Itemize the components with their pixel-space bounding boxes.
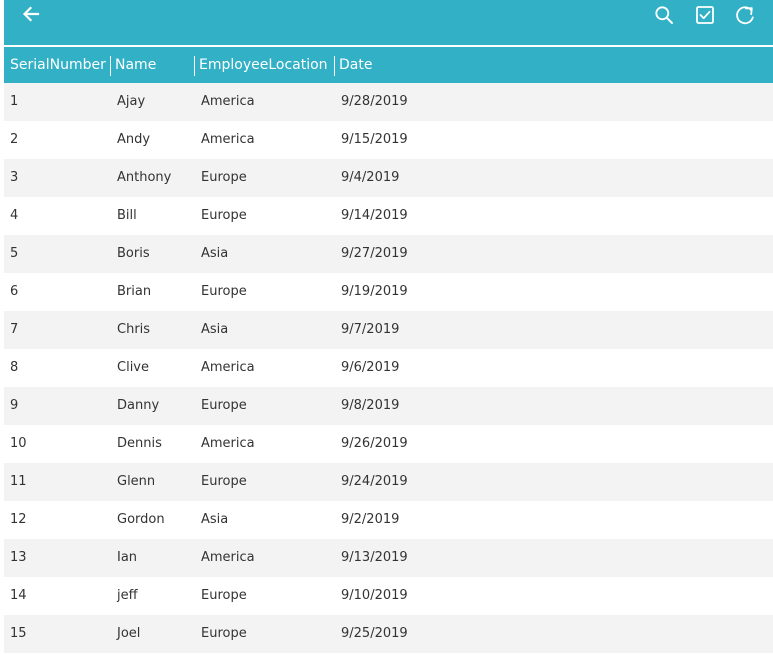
location-cell: Europe bbox=[201, 474, 247, 489]
date-cell: 9/8/2019 bbox=[341, 398, 400, 413]
name-cell: Clive bbox=[117, 360, 149, 375]
serial-cell: 8 bbox=[10, 360, 19, 375]
date-cell: 9/27/2019 bbox=[341, 246, 408, 261]
table-row[interactable]: 9 Danny Europe 9/8/2019 bbox=[4, 387, 773, 425]
location-cell: Europe bbox=[201, 398, 247, 413]
location-cell: Europe bbox=[201, 208, 247, 223]
serial-cell: 12 bbox=[10, 512, 27, 527]
location-cell: Asia bbox=[201, 512, 229, 527]
table-row[interactable]: 13 Ian America 9/13/2019 bbox=[4, 539, 773, 577]
name-cell: Chris bbox=[117, 322, 151, 337]
name-cell: Bill bbox=[117, 208, 137, 223]
location-cell: Europe bbox=[201, 588, 247, 603]
name-cell: Boris bbox=[117, 246, 150, 261]
column-divider[interactable] bbox=[334, 56, 335, 76]
table-row[interactable]: 3 Anthony Europe 9/4/2019 bbox=[4, 159, 773, 197]
name-cell: Joel bbox=[117, 626, 141, 641]
name-cell: Anthony bbox=[117, 170, 172, 185]
column-divider[interactable] bbox=[194, 56, 195, 76]
serial-cell: 5 bbox=[10, 246, 19, 261]
date-cell: 9/6/2019 bbox=[341, 360, 400, 375]
serial-cell: 6 bbox=[10, 284, 19, 299]
location-cell: America bbox=[201, 94, 255, 109]
serial-cell: 7 bbox=[10, 322, 19, 337]
location-cell: Europe bbox=[201, 626, 247, 641]
location-cell: America bbox=[201, 132, 255, 147]
column-header-serialnumber[interactable]: SerialNumber bbox=[10, 47, 106, 83]
table-row[interactable]: 8 Clive America 9/6/2019 bbox=[4, 349, 773, 387]
name-cell: Dennis bbox=[117, 436, 162, 451]
date-cell: 9/19/2019 bbox=[341, 284, 408, 299]
serial-cell: 4 bbox=[10, 208, 19, 223]
column-header-name[interactable]: Name bbox=[115, 47, 156, 83]
name-cell: Andy bbox=[117, 132, 151, 147]
location-cell: Europe bbox=[201, 284, 247, 299]
serial-cell: 13 bbox=[10, 550, 27, 565]
table-row[interactable]: 12 Gordon Asia 9/2/2019 bbox=[4, 501, 773, 539]
table-row[interactable]: 5 Boris Asia 9/27/2019 bbox=[4, 235, 773, 273]
name-cell: Brian bbox=[117, 284, 152, 299]
date-cell: 9/24/2019 bbox=[341, 474, 408, 489]
arrow-left-icon bbox=[22, 6, 40, 22]
data-grid: 1 Ajay America 9/28/2019 2 Andy America … bbox=[4, 83, 773, 653]
location-cell: America bbox=[201, 550, 255, 565]
location-cell: Europe bbox=[201, 170, 247, 185]
serial-cell: 11 bbox=[10, 474, 27, 489]
serial-cell: 1 bbox=[10, 94, 19, 109]
location-cell: America bbox=[201, 436, 255, 451]
table-row[interactable]: 14 jeff Europe 9/10/2019 bbox=[4, 577, 773, 615]
back-button[interactable] bbox=[17, 0, 45, 28]
table-row[interactable]: 7 Chris Asia 9/7/2019 bbox=[4, 311, 773, 349]
name-cell: Gordon bbox=[117, 512, 165, 527]
serial-cell: 9 bbox=[10, 398, 19, 413]
search-icon bbox=[655, 6, 673, 24]
name-cell: Danny bbox=[117, 398, 160, 413]
location-cell: America bbox=[201, 360, 255, 375]
table-row[interactable]: 1 Ajay America 9/28/2019 bbox=[4, 83, 773, 121]
refresh-button[interactable] bbox=[731, 1, 759, 29]
date-cell: 9/26/2019 bbox=[341, 436, 408, 451]
date-cell: 9/13/2019 bbox=[341, 550, 408, 565]
select-checkbox-button[interactable] bbox=[691, 1, 719, 29]
name-cell: jeff bbox=[117, 588, 138, 603]
serial-cell: 14 bbox=[10, 588, 27, 603]
name-cell: Glenn bbox=[117, 474, 156, 489]
column-header-date[interactable]: Date bbox=[339, 47, 372, 83]
location-cell: Asia bbox=[201, 322, 229, 337]
column-header-row: SerialNumber Name EmployeeLocation Date bbox=[4, 47, 773, 83]
table-row[interactable]: 6 Brian Europe 9/19/2019 bbox=[4, 273, 773, 311]
table-row[interactable]: 4 Bill Europe 9/14/2019 bbox=[4, 197, 773, 235]
table-row[interactable]: 10 Dennis America 9/26/2019 bbox=[4, 425, 773, 463]
date-cell: 9/28/2019 bbox=[341, 94, 408, 109]
name-cell: Ian bbox=[117, 550, 138, 565]
serial-cell: 2 bbox=[10, 132, 19, 147]
date-cell: 9/2/2019 bbox=[341, 512, 400, 527]
top-toolbar bbox=[4, 0, 773, 45]
table-row[interactable]: 15 Joel Europe 9/25/2019 bbox=[4, 615, 773, 653]
column-header-employeelocation[interactable]: EmployeeLocation bbox=[199, 47, 328, 83]
table-row[interactable]: 2 Andy America 9/15/2019 bbox=[4, 121, 773, 159]
column-divider[interactable] bbox=[110, 56, 111, 76]
refresh-icon bbox=[736, 6, 754, 25]
date-cell: 9/10/2019 bbox=[341, 588, 408, 603]
employee-grid-app: SerialNumber Name EmployeeLocation Date … bbox=[0, 0, 773, 654]
table-row[interactable]: 11 Glenn Europe 9/24/2019 bbox=[4, 463, 773, 501]
date-cell: 9/15/2019 bbox=[341, 132, 408, 147]
date-cell: 9/7/2019 bbox=[341, 322, 400, 337]
checkbox-checked-icon bbox=[696, 6, 714, 24]
location-cell: Asia bbox=[201, 246, 229, 261]
date-cell: 9/14/2019 bbox=[341, 208, 408, 223]
serial-cell: 15 bbox=[10, 626, 27, 641]
serial-cell: 3 bbox=[10, 170, 19, 185]
search-button[interactable] bbox=[650, 1, 678, 29]
date-cell: 9/25/2019 bbox=[341, 626, 408, 641]
serial-cell: 10 bbox=[10, 436, 27, 451]
name-cell: Ajay bbox=[117, 94, 146, 109]
date-cell: 9/4/2019 bbox=[341, 170, 400, 185]
